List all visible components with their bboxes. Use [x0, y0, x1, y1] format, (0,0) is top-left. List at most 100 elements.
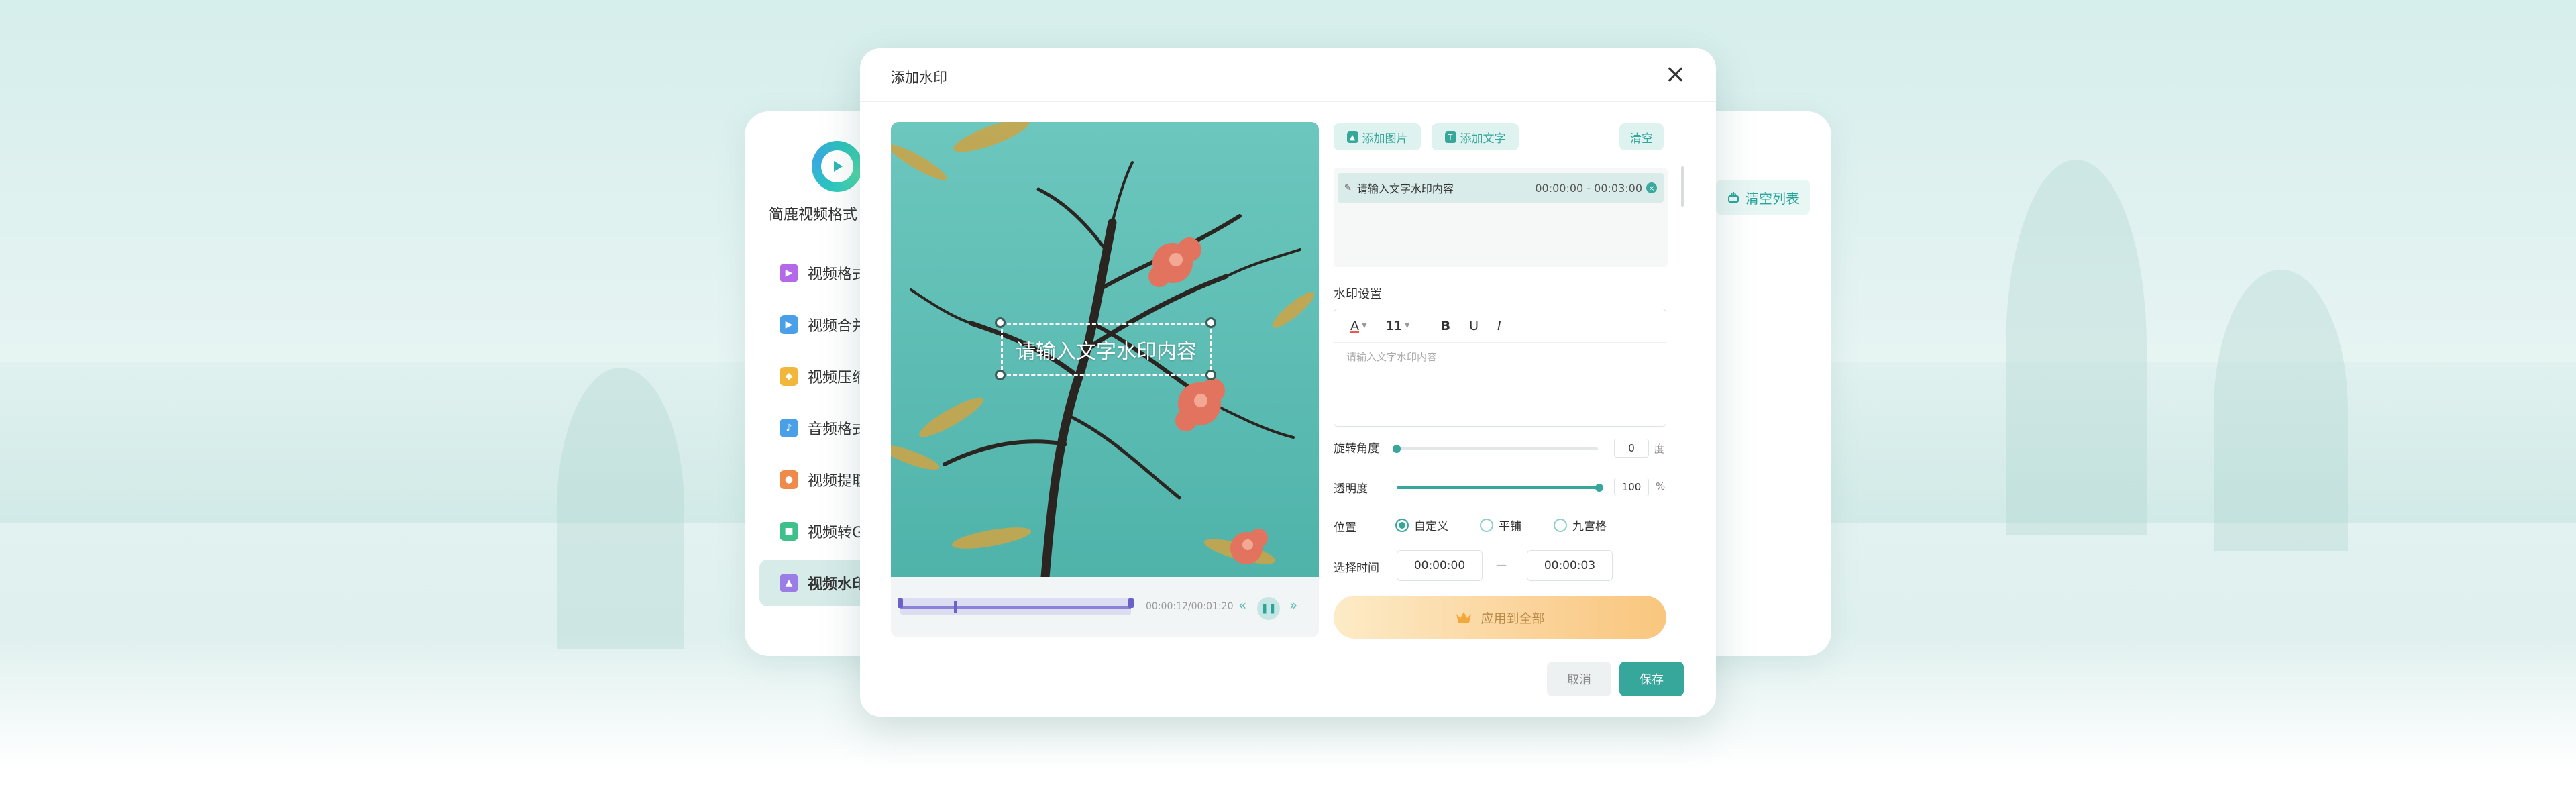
list-item-range: 00:00:00 - 00:03:00 [1535, 181, 1642, 195]
audio-format-icon: ♪ [780, 419, 798, 437]
close-icon[interactable] [1665, 64, 1685, 85]
watermark-text-box[interactable]: 请输入文字水印内容 [1001, 323, 1212, 376]
video-watermark-icon: ▲ [780, 574, 798, 592]
apply-all-label: 应用到全部 [1481, 611, 1545, 626]
clear-list-button[interactable]: 清空列表 [1716, 180, 1810, 215]
apply-all-button[interactable]: 应用到全部 [1334, 596, 1666, 639]
rotation-input[interactable]: 0 [1614, 439, 1649, 458]
sidebar-item-label: 视频合并 [808, 318, 867, 335]
position-tile-radio[interactable]: 平铺 [1480, 517, 1521, 533]
watermark-text-input[interactable] [1346, 351, 1655, 363]
rotation-label: 旋转角度 [1334, 442, 1379, 456]
chevron-down-icon: ▼ [1404, 322, 1410, 329]
font-color-icon: A [1350, 318, 1359, 333]
opacity-unit: % [1656, 480, 1666, 492]
radio-icon [1480, 518, 1493, 532]
settings-title: 水印设置 [1334, 287, 1382, 301]
watermark-list: ✎ 请输入文字水印内容 00:00:00 - 00:03:00 × [1334, 168, 1668, 267]
rotation-slider-knob[interactable] [1393, 445, 1401, 453]
end-time-input[interactable]: 00:00:03 [1527, 550, 1613, 581]
playhead[interactable] [954, 601, 957, 613]
sidebar-item-label: 视频水印 [808, 576, 867, 593]
add-text-label: 添加文字 [1460, 131, 1506, 146]
background-hill [2006, 160, 2147, 535]
editor-toolbar: A ▼ 11 ▼ B U I [1334, 309, 1666, 343]
clear-list-label: 清空列表 [1746, 190, 1799, 207]
position-grid-radio[interactable]: 九宫格 [1554, 517, 1607, 533]
app-name: 简鹿视频格式 [769, 207, 858, 223]
rotation-slider[interactable] [1393, 445, 1598, 453]
resize-handle[interactable] [995, 370, 1006, 380]
resize-handle[interactable] [995, 317, 1006, 328]
dialog-title: 添加水印 [891, 70, 947, 86]
start-time-input[interactable]: 00:00:00 [1397, 550, 1483, 581]
opacity-slider[interactable] [1397, 484, 1603, 492]
time-separator: — [1496, 558, 1507, 571]
font-color-button[interactable]: A ▼ [1350, 319, 1367, 333]
fast-forward-icon[interactable]: » [1289, 597, 1297, 613]
list-item[interactable]: ✎ 请输入文字水印内容 00:00:00 - 00:03:00 × [1338, 173, 1664, 203]
video-gif-icon: ■ [780, 522, 798, 541]
rotation-unit: 度 [1654, 443, 1665, 455]
save-button[interactable]: 保存 [1619, 662, 1684, 696]
time-readout: 00:00:12/00:01:20 [1146, 601, 1234, 612]
timeline-track[interactable] [900, 598, 1131, 615]
video-format-icon: ▶ [780, 264, 798, 282]
play-logo-icon [834, 161, 843, 172]
clear-label: 清空 [1630, 131, 1653, 146]
rewind-icon[interactable]: « [1238, 597, 1246, 613]
radio-selected-icon [1395, 518, 1409, 532]
opacity-input[interactable]: 100 [1614, 478, 1649, 496]
italic-button[interactable]: I [1497, 319, 1501, 333]
sidebar-item-label: 音频格式 [808, 421, 867, 438]
text-editor: A ▼ 11 ▼ B U I [1334, 309, 1666, 427]
font-size-value: 11 [1385, 318, 1402, 333]
radio-label: 平铺 [1499, 520, 1521, 533]
scrollbar[interactable] [1681, 166, 1684, 207]
clear-button[interactable]: 清空 [1619, 123, 1664, 150]
text-icon: T [1444, 131, 1456, 143]
app-logo [812, 141, 863, 192]
watermark-dialog: 添加水印 请输入文字水印内容 00:00:12/00:01:20 « ❚❚ » … [860, 48, 1716, 717]
time-label: 选择时间 [1334, 562, 1379, 575]
position-custom-radio[interactable]: 自定义 [1395, 517, 1448, 533]
trim-end-handle[interactable] [1128, 598, 1134, 608]
font-size-select[interactable]: 11 ▼ [1386, 319, 1410, 333]
opacity-slider-knob[interactable] [1595, 484, 1603, 492]
video-extract-icon: ● [780, 470, 798, 489]
trim-start-handle[interactable] [898, 598, 903, 608]
video-compress-icon: ◆ [780, 367, 798, 386]
add-text-button[interactable]: T 添加文字 [1432, 123, 1519, 150]
sidebar-item-label: 视频提取 [808, 473, 867, 490]
bold-button[interactable]: B [1441, 319, 1450, 333]
remove-icon[interactable]: × [1646, 182, 1657, 193]
opacity-label: 透明度 [1334, 482, 1368, 496]
add-image-label: 添加图片 [1362, 131, 1408, 146]
pause-icon: ❚❚ [1260, 603, 1277, 614]
add-image-button[interactable]: ▲ 添加图片 [1334, 123, 1421, 150]
resize-handle[interactable] [1205, 317, 1216, 328]
watermark-preview-text: 请输入文字水印内容 [1016, 340, 1197, 364]
list-item-text: 请输入文字水印内容 [1356, 182, 1454, 195]
pause-button[interactable]: ❚❚ [1257, 597, 1280, 620]
cancel-button[interactable]: 取消 [1547, 662, 1611, 696]
broom-icon [1728, 192, 1739, 203]
position-label: 位置 [1334, 521, 1356, 535]
opacity-slider-fill [1397, 486, 1601, 489]
radio-icon [1554, 518, 1567, 532]
background-hill [557, 368, 684, 649]
radio-label: 自定义 [1414, 520, 1448, 533]
resize-handle[interactable] [1205, 370, 1216, 380]
sidebar-item-label: 视频压缩 [808, 370, 867, 386]
video-merge-icon: ▶ [780, 315, 798, 334]
sidebar-item-label: 视频格式 [808, 266, 867, 283]
pen-icon: ✎ [1344, 182, 1352, 193]
dialog-header: 添加水印 [860, 48, 1716, 102]
underline-button[interactable]: U [1469, 319, 1479, 333]
video-preview[interactable]: 请输入文字水印内容 [891, 122, 1319, 577]
crown-icon [1456, 612, 1472, 623]
timeline-line [900, 606, 1131, 609]
image-icon: ▲ [1346, 131, 1358, 143]
background-hill [2214, 270, 2348, 551]
radio-label: 九宫格 [1572, 520, 1607, 533]
